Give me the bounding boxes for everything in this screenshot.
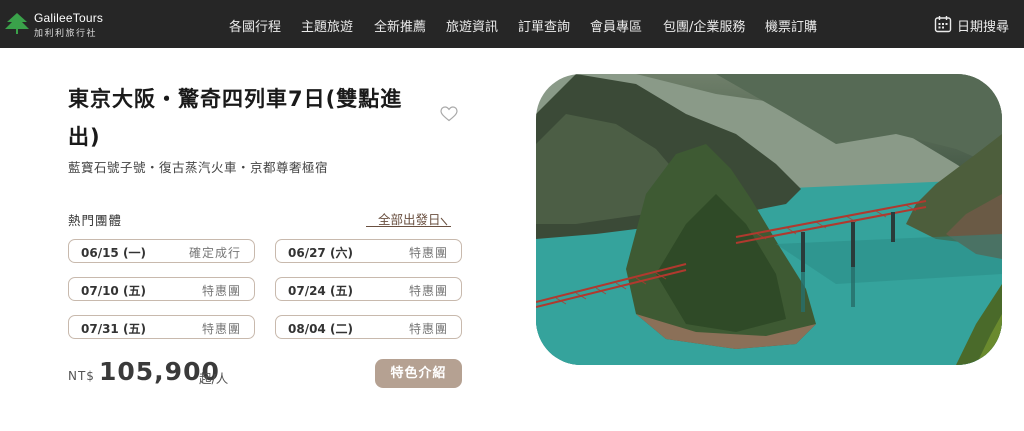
- departure-pill[interactable]: 08/04 (二) 特惠團: [275, 315, 462, 339]
- feature-intro-button[interactable]: 特色介紹: [375, 359, 462, 388]
- departure-date: 07/24 (五): [288, 284, 353, 298]
- departure-status: 特惠團: [408, 246, 448, 260]
- date-search-label: 日期搜尋: [957, 20, 1010, 35]
- nav-item-flights[interactable]: 機票訂購: [765, 16, 817, 35]
- main-nav: 各國行程 主題旅遊 全新推薦 旅遊資訊 訂單查詢 會員專區 包團/企業服務 機票…: [0, 0, 1024, 48]
- nav-item-new-recommend[interactable]: 全新推薦: [374, 16, 426, 35]
- nav-item-themes[interactable]: 主題旅遊: [301, 16, 353, 35]
- departure-date: 06/15 (一): [81, 246, 146, 260]
- all-dates-underline: [366, 226, 451, 227]
- tour-title: 東京大阪・驚奇四列車7日(雙點進出): [68, 87, 403, 149]
- departure-date: 06/27 (六): [288, 246, 353, 260]
- price-unit: 起/人: [199, 371, 229, 386]
- nav-item-travel-info[interactable]: 旅遊資訊: [446, 16, 498, 35]
- calendar-icon: [934, 16, 952, 33]
- departure-status: 特惠團: [201, 284, 241, 298]
- nav-item-group-service[interactable]: 包團/企業服務: [663, 16, 745, 35]
- tour-hero-photo: [536, 74, 1002, 365]
- departure-status: 特惠團: [201, 322, 241, 336]
- departure-status: 特惠團: [408, 322, 448, 336]
- departure-pill[interactable]: 06/27 (六) 特惠團: [275, 239, 462, 263]
- heart-icon[interactable]: [440, 106, 458, 122]
- departure-pill[interactable]: 07/24 (五) 特惠團: [275, 277, 462, 301]
- all-dates-link[interactable]: 全部出發日: [366, 209, 451, 227]
- price-currency: NT$: [68, 369, 95, 383]
- departure-status: 確定成行: [188, 246, 241, 260]
- nav-item-order-query[interactable]: 訂單查詢: [518, 16, 570, 35]
- departure-status: 特惠團: [408, 284, 448, 298]
- departure-pill[interactable]: 07/31 (五) 特惠團: [68, 315, 255, 339]
- departure-date: 07/10 (五): [81, 284, 146, 298]
- date-search-button[interactable]: 日期搜尋: [934, 14, 1014, 35]
- hot-groups-label: 熱門團體: [68, 213, 123, 228]
- nav-item-member[interactable]: 會員專區: [590, 16, 642, 35]
- arrow-icon: [440, 217, 448, 226]
- departure-date: 07/31 (五): [81, 322, 146, 336]
- top-navigation-bar: GalileeTours 加利利旅行社 各國行程 主題旅遊 全新推薦 旅遊資訊 …: [0, 0, 1024, 48]
- departure-date: 08/04 (二): [288, 322, 353, 336]
- departure-pill[interactable]: 07/10 (五) 特惠團: [68, 277, 255, 301]
- nav-item-countries[interactable]: 各國行程: [229, 16, 281, 35]
- departure-pill[interactable]: 06/15 (一) 確定成行: [68, 239, 255, 263]
- tour-subtitle: 藍寶石號子號・復古蒸汽火車・京都尊奢極宿: [68, 160, 329, 175]
